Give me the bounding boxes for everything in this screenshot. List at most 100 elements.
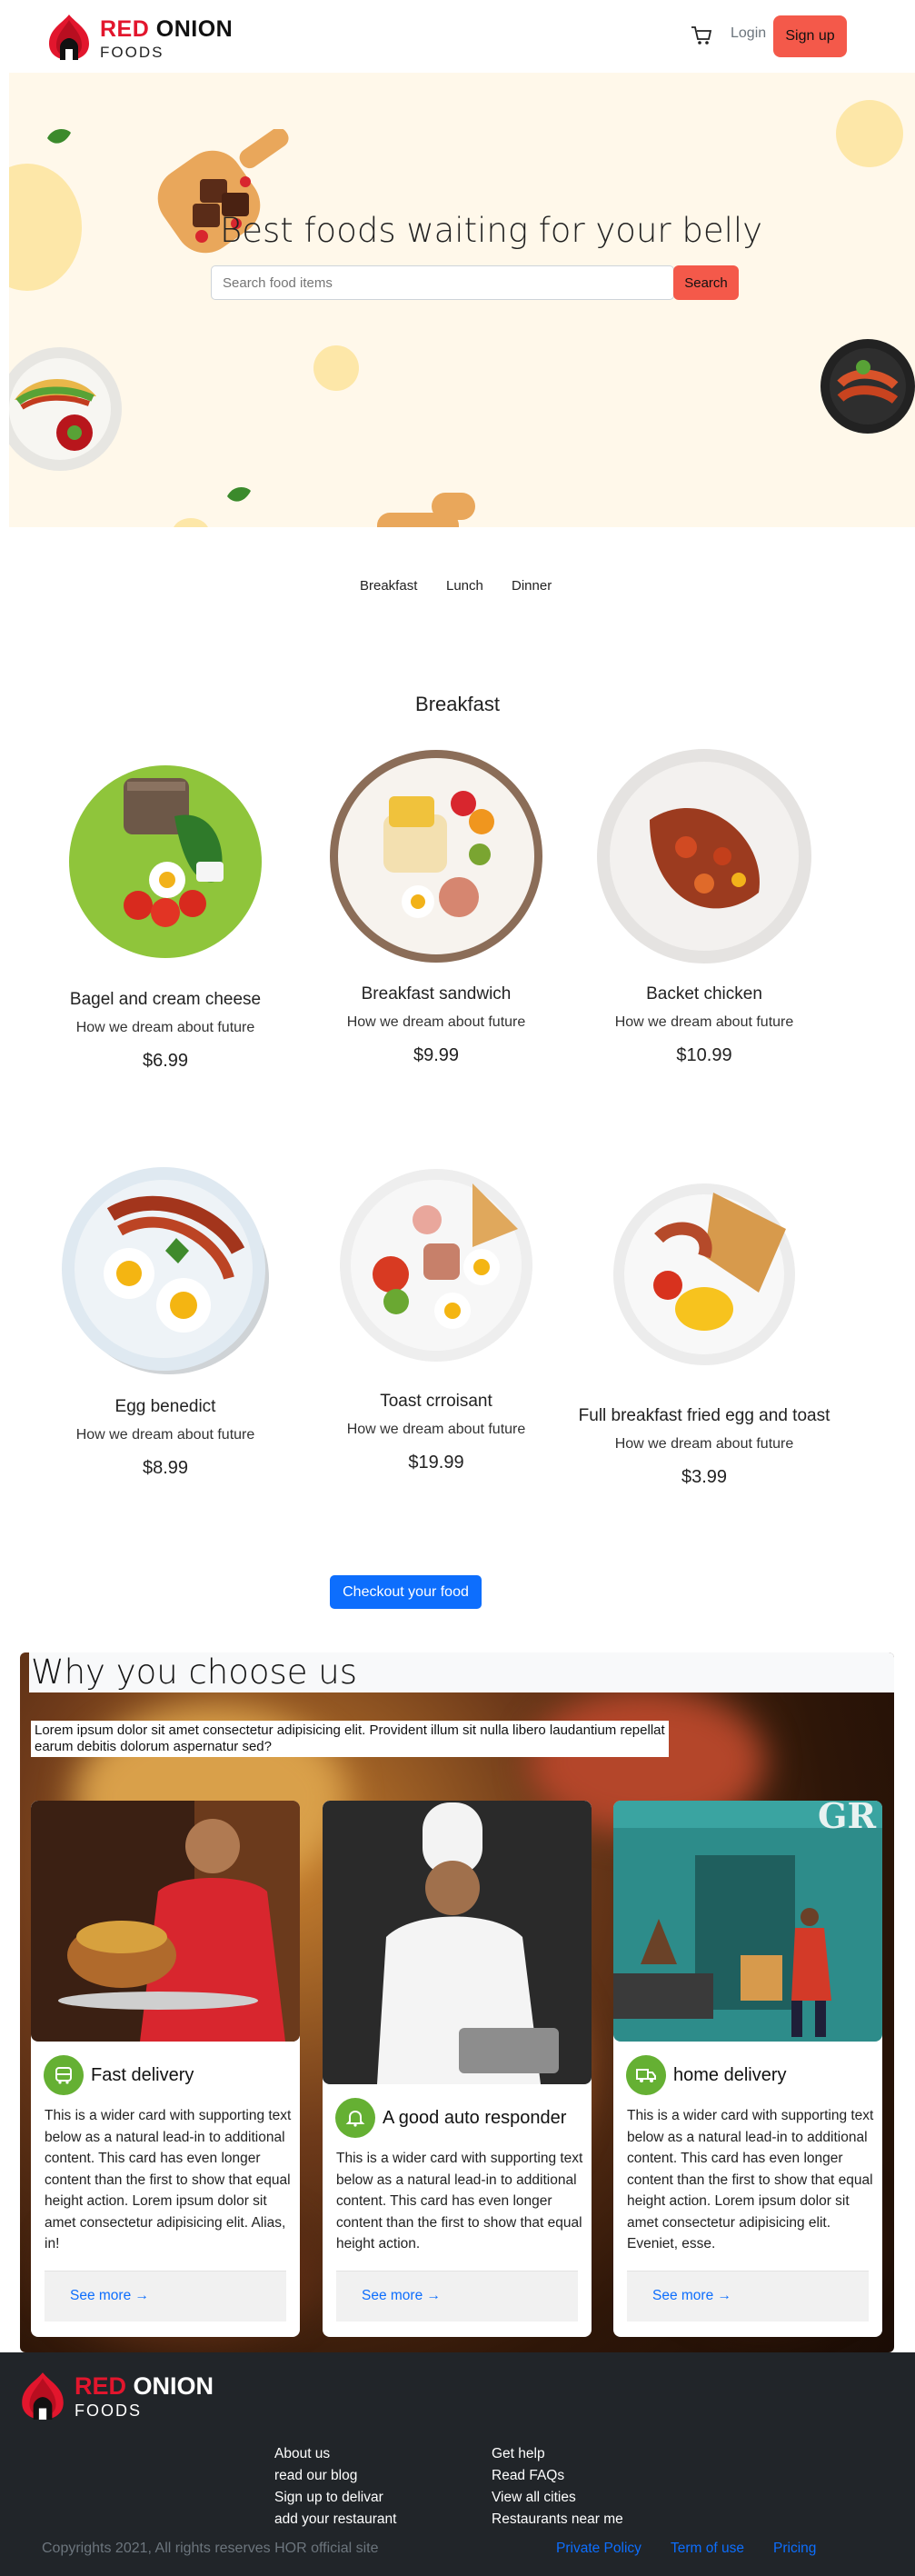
decor-circle [9,164,82,291]
food-description: How we dream about future [346,1422,526,1437]
pan-image [821,339,915,434]
card-footer: See more → [336,2271,578,2321]
food-card[interactable]: Toast crroisant How we dream about futur… [300,1165,572,1473]
hero-title: Best foods waiting for your belly [220,211,763,250]
see-more-link[interactable]: See more → [362,2288,441,2304]
food-name: Full breakfast fried egg and toast [578,1406,830,1425]
tab-dinner[interactable]: Dinner [512,578,552,594]
food-name: Breakfast sandwich [361,984,512,1003]
footer-link-privacy[interactable]: Private Policy [556,2541,641,2557]
footer-links-col1: About us read our blog Sign up to deliva… [274,2443,396,2531]
footer-brand-logo[interactable]: RED ONION FOODS [16,2367,225,2421]
truck-icon [626,2055,666,2095]
food-image [613,1183,795,1365]
feature-card-fast-delivery: Fast delivery This is a wider card with … [31,1801,300,2337]
checkout-button[interactable]: Checkout your food [330,1575,482,1609]
hero-banner: Best foods waiting for your belly Search [9,73,915,527]
brand-name-rest: ONION [155,16,234,42]
login-link[interactable]: Login [731,25,766,42]
onion-logo-icon [22,2372,64,2420]
food-description: How we dream about future [75,1020,255,1035]
footer-link-signup-deliver[interactable]: Sign up to delivar [274,2487,396,2509]
taco-plate-image [9,347,122,471]
food-image [69,765,262,958]
menu-section-title: Breakfast [415,693,500,715]
footer-link-add-restaurant[interactable]: add your restaurant [274,2509,396,2531]
bell-icon [335,2098,375,2138]
food-price: $8.99 [142,1458,189,1478]
food-name: Backet chicken [646,984,762,1003]
card-photo: GR [613,1801,882,2042]
signup-button[interactable]: Sign up [773,15,847,57]
food-card[interactable]: Bagel and cream cheese How we dream abou… [29,753,302,1072]
leaf-icon [47,129,71,144]
brand-subtitle: FOODS [75,2401,143,2420]
why-title: Why you choose us [29,1652,894,1692]
food-card[interactable]: Full breakfast fried egg and toast How w… [568,1174,840,1488]
food-name: Bagel and cream cheese [69,990,262,1009]
why-choose-us-section: Why you choose us Lorem ipsum dolor sit … [20,1652,894,2352]
food-name: Toast crroisant [380,1392,492,1411]
tab-lunch[interactable]: Lunch [446,578,483,594]
food-name: Egg benedict [114,1397,216,1416]
board-image [377,493,475,527]
decor-circle [173,518,209,527]
copyright-text: Copyrights 2021, All rights reserves HOR… [42,2541,379,2556]
footer-links-col2: Get help Read FAQs View all cities Resta… [492,2443,623,2531]
footer-link-faqs[interactable]: Read FAQs [492,2465,623,2487]
card-photo [323,1801,592,2084]
card-title: home delivery [673,2064,787,2085]
tab-breakfast[interactable]: Breakfast [360,578,417,594]
brownie-board-image [157,129,289,254]
food-price: $9.99 [413,1045,460,1065]
decor-circle [836,100,903,167]
food-price: $3.99 [681,1467,728,1487]
food-price: $6.99 [142,1051,189,1071]
brand-subtitle: FOODS [100,44,164,61]
decor-circle [313,345,359,391]
card-title: Fast delivery [91,2064,194,2085]
food-image [62,1167,269,1374]
food-price: $10.99 [676,1045,732,1065]
card-footer: See more → [627,2271,869,2321]
card-title: A good auto responder [383,2107,567,2128]
food-card[interactable]: Backet chicken How we dream about future… [568,747,840,1066]
search-button[interactable]: Search [673,265,739,300]
see-more-link[interactable]: See more → [652,2288,731,2304]
search-input[interactable] [211,265,674,300]
card-body: This is a wider card with supporting tex… [627,2108,874,2252]
cart-icon[interactable] [691,25,712,45]
footer-link-terms[interactable]: Term of use [671,2541,744,2557]
leaf-icon [227,487,251,502]
food-description: How we dream about future [346,1014,526,1030]
brand-name-red: RED [75,2372,127,2400]
food-price: $19.99 [408,1453,464,1473]
footer-link-about[interactable]: About us [274,2443,396,2465]
food-card[interactable]: Egg benedict How we dream about future $… [29,1160,302,1479]
svg-text:GR: GR [818,1801,876,1836]
bus-icon [44,2055,84,2095]
brand-name-rest: ONION [133,2372,214,2400]
food-image [597,749,811,964]
brand-logo[interactable]: RED ONION FOODS [44,11,253,62]
footer-link-restaurants-near[interactable]: Restaurants near me [492,2509,623,2531]
card-footer: See more → [45,2271,286,2321]
food-card[interactable]: Breakfast sandwich How we dream about fu… [300,747,572,1066]
feature-card-home-delivery: GR home delivery This is a wider card wi… [613,1801,882,2337]
food-description: How we dream about future [614,1436,794,1452]
navbar: RED ONION FOODS Login Sign up [0,0,915,73]
footer-link-pricing[interactable]: Pricing [773,2541,816,2557]
brand-name-red: RED [100,16,150,42]
card-body: This is a wider card with supporting tex… [336,2151,583,2252]
why-intro-text: Lorem ipsum dolor sit amet consectetur a… [31,1721,669,1757]
food-image [330,750,542,963]
meal-tabs: Breakfast Lunch Dinner [0,578,915,600]
footer-link-blog[interactable]: read our blog [274,2465,396,2487]
see-more-link[interactable]: See more → [70,2288,149,2304]
food-image [340,1169,532,1362]
feature-card-auto-responder: A good auto responder This is a wider ca… [323,1801,592,2337]
footer: RED ONION FOODS About us read our blog S… [0,2352,915,2576]
footer-link-cities[interactable]: View all cities [492,2487,623,2509]
footer-link-help[interactable]: Get help [492,2443,623,2465]
food-description: How we dream about future [614,1014,794,1030]
